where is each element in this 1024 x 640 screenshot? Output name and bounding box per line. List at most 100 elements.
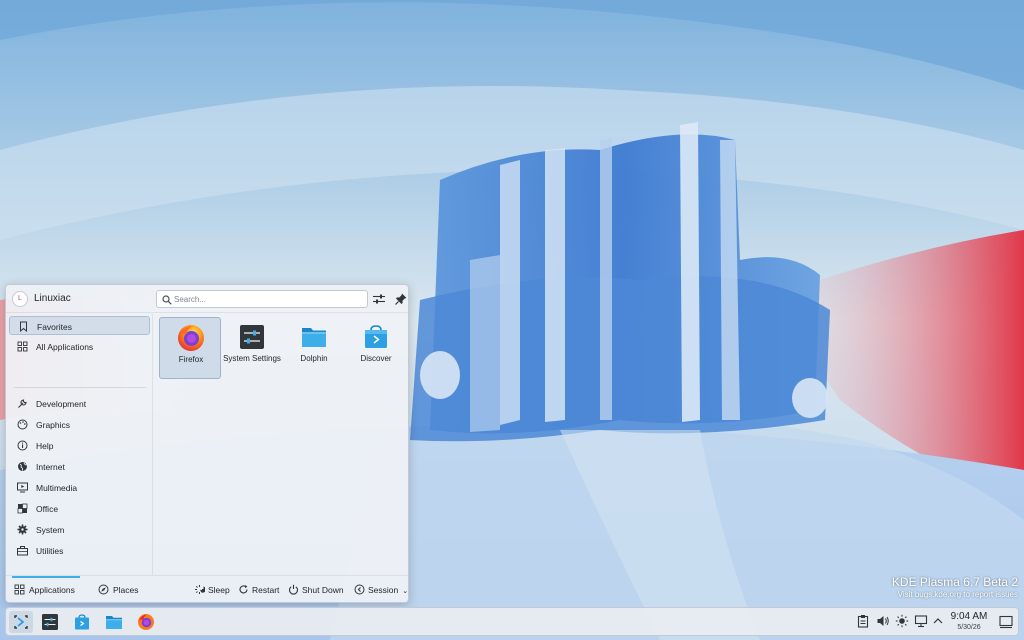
- tab-applications[interactable]: Applications: [12, 576, 80, 604]
- category-internet[interactable]: Internet: [9, 457, 150, 476]
- bookmark-icon: [18, 321, 29, 332]
- watermark-title: KDE Plasma 6.7 Beta 2: [891, 575, 1018, 589]
- category-multimedia[interactable]: Multimedia: [9, 478, 150, 497]
- office-icon: [17, 503, 28, 514]
- category-label: Graphics: [36, 420, 71, 430]
- category-label: Internet: [36, 462, 65, 472]
- category-help[interactable]: Help: [9, 436, 150, 455]
- category-label: Favorites: [37, 322, 72, 332]
- chevron-up-icon: [931, 614, 945, 628]
- app-label: Dolphin: [300, 354, 328, 363]
- app-label: System Settings: [223, 354, 281, 363]
- application-launcher-button[interactable]: [9, 611, 33, 633]
- restart-icon: [238, 584, 249, 595]
- task-dolphin[interactable]: [102, 611, 126, 633]
- category-favorites[interactable]: Favorites: [9, 316, 150, 335]
- volume-icon: [876, 614, 890, 628]
- wrench-icon: [17, 398, 28, 409]
- category-utilities[interactable]: Utilities: [9, 541, 150, 560]
- taskbar-panel: 9:04 AM 5/30/26: [5, 607, 1019, 636]
- category-development[interactable]: Development: [9, 394, 150, 413]
- category-label: All Applications: [36, 342, 94, 352]
- clock-time: 9:04 AM: [950, 611, 988, 622]
- toolbox-icon: [17, 545, 28, 556]
- session-icon: [354, 584, 365, 595]
- monitor-play-icon: [17, 482, 28, 493]
- grid-icon: [14, 584, 25, 595]
- grid-icon: [17, 341, 28, 352]
- version-watermark: KDE Plasma 6.7 Beta 2 Visit bugs.kde.org…: [892, 575, 1018, 600]
- search-icon: [162, 295, 172, 305]
- task-discover[interactable]: [70, 611, 94, 633]
- task-system-settings[interactable]: [38, 611, 62, 633]
- app-label: Firefox: [178, 355, 204, 364]
- category-office[interactable]: Office: [9, 499, 150, 518]
- firefox-icon: [177, 324, 205, 352]
- brightness-icon: [895, 614, 909, 628]
- category-all-applications[interactable]: All Applications: [9, 337, 150, 356]
- app-tile-firefox[interactable]: Firefox: [159, 317, 221, 379]
- app-tile-discover[interactable]: Discover: [345, 317, 407, 379]
- clipboard-icon: [856, 614, 870, 628]
- username: Linuxiac: [34, 293, 71, 304]
- dolphin-folder-icon: [300, 323, 328, 351]
- sleep-label: Sleep: [208, 585, 230, 595]
- restart-label: Restart: [252, 585, 280, 595]
- tab-label: Applications: [29, 585, 75, 595]
- favorites-grid: Firefox System Settings Dolphin Discover: [155, 314, 408, 575]
- launcher-footer: Applications Places Sleep Restart Shut D…: [6, 575, 408, 603]
- shut-down-button[interactable]: Shut Down: [288, 576, 346, 604]
- category-label: Multimedia: [36, 483, 78, 493]
- app-tile-dolphin[interactable]: Dolphin: [283, 317, 345, 379]
- application-launcher-menu: L Linuxiac Favorites All Applications: [5, 284, 409, 603]
- palette-icon: [17, 419, 28, 430]
- chevron-down-icon: ⌄: [402, 588, 409, 595]
- pin-button[interactable]: [394, 292, 408, 306]
- clock-date: 5/30/26: [957, 624, 981, 631]
- active-tab-indicator: [12, 576, 80, 578]
- task-firefox[interactable]: [134, 611, 158, 633]
- tray-expand-button[interactable]: [931, 614, 945, 628]
- category-system[interactable]: System: [9, 520, 150, 539]
- pin-icon: [394, 292, 408, 306]
- peek-desktop-button[interactable]: [998, 614, 1014, 629]
- tray-volume[interactable]: [876, 614, 890, 628]
- category-label: Development: [36, 399, 87, 409]
- category-divider: [14, 387, 146, 388]
- sleep-icon: [194, 584, 205, 595]
- tray-clipboard[interactable]: [856, 614, 870, 628]
- discover-icon: [362, 323, 390, 351]
- restart-button[interactable]: Restart: [238, 576, 282, 604]
- tray-network[interactable]: [914, 614, 928, 628]
- sleep-button[interactable]: Sleep: [194, 576, 232, 604]
- category-graphics[interactable]: Graphics: [9, 415, 150, 434]
- app-tile-system-settings[interactable]: System Settings: [221, 317, 283, 379]
- launcher-header: L Linuxiac: [6, 285, 408, 313]
- help-icon: [17, 440, 28, 451]
- network-icon: [914, 614, 928, 628]
- compass-icon: [98, 584, 109, 595]
- tab-places[interactable]: Places: [98, 576, 143, 604]
- show-desktop-icon: [998, 614, 1014, 629]
- shut-down-label: Shut Down: [302, 585, 344, 595]
- system-settings-icon: [238, 323, 266, 351]
- search-input[interactable]: [174, 292, 364, 306]
- sliders-icon: [372, 292, 386, 306]
- category-label: Help: [36, 441, 54, 451]
- globe-icon: [17, 461, 28, 472]
- digital-clock[interactable]: 9:04 AM 5/30/26: [944, 611, 994, 632]
- gear-icon: [17, 524, 28, 535]
- session-button[interactable]: Session ⌄: [354, 576, 409, 604]
- search-box[interactable]: [156, 290, 368, 308]
- category-label: Utilities: [36, 546, 64, 556]
- category-sidebar: Favorites All Applications Development G…: [6, 314, 153, 575]
- session-label: Session ⌄: [368, 585, 409, 595]
- tray-brightness[interactable]: [895, 614, 909, 628]
- category-label: System: [36, 525, 65, 535]
- configure-button[interactable]: [372, 292, 386, 306]
- power-icon: [288, 584, 299, 595]
- avatar[interactable]: L: [12, 291, 28, 307]
- category-label: Office: [36, 504, 59, 514]
- tab-label: Places: [113, 585, 139, 595]
- app-label: Discover: [360, 354, 392, 363]
